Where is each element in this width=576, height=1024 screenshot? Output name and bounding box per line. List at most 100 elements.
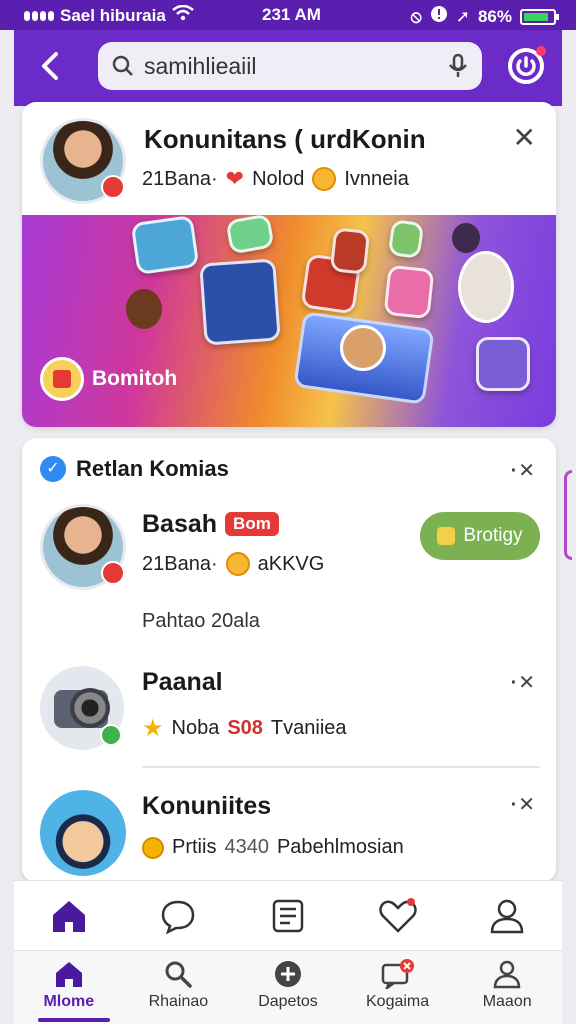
member-count: 21Bana· [142,167,218,190]
profile-shortcut-button[interactable] [508,46,546,84]
coin-icon [142,836,164,859]
promo-banner[interactable]: Bomitoh [22,213,556,427]
home-icon [52,900,85,932]
search-input[interactable]: samihlieaiil [98,42,482,90]
tab-bar: Mlome Rhainao Dapetos Kogaima Maaon [14,950,562,1024]
card-meta: 21Bana· ❤ Nolod Ivnneia [142,166,409,192]
nav-messages[interactable] [128,898,228,934]
mic-icon[interactable] [448,53,468,79]
tab-search[interactable]: Rhainao [128,959,228,1011]
alert-icon [430,5,448,28]
list-item-name: Konuniites [142,792,272,820]
chat-badge-icon [381,959,414,989]
follow-button[interactable]: Brotigy [420,512,540,560]
active-tab-indicator [38,1018,110,1022]
icon-nav-bar [14,880,562,950]
profile-icon [490,899,524,933]
smile-icon [225,552,250,576]
profile-icon [493,960,521,989]
signal-icon [24,10,54,21]
scroll-indicator[interactable] [564,470,572,560]
dismiss-icon[interactable]: ·✕ [511,458,536,483]
meta-number: 4340 [224,836,269,858]
meta-number: S08 [227,717,263,739]
bow-icon: ❤ [225,166,245,191]
tab-label: Kogaima [366,993,430,1010]
star-icon: ★ [142,715,164,742]
search-icon [112,55,133,76]
coin-icon [437,527,456,545]
tab-label: Rhainao [148,993,209,1010]
status-badge: Bom [225,512,279,536]
meta-label: Prtiis [172,836,217,858]
status-bar: Sael hiburaia 231 AM ⦸ ➚ 86% [0,0,576,30]
nav-profile[interactable] [457,897,557,935]
search-query: samihlieaiil [144,53,257,79]
card-title: Konunitans ( urdKonin [144,124,426,154]
chat-bubble-icon [162,900,195,934]
check-icon: ✓ [40,456,66,482]
carrier-name: Sael hiburaia [60,5,166,25]
image-tile [387,218,425,260]
avatar[interactable] [40,118,126,204]
search-header: samihlieaiil [14,30,562,106]
community-card[interactable]: Konunitans ( urdKonin ✕ 21Bana· ❤ Nolod … [22,102,556,427]
image-tile [199,258,281,346]
heart-icon [378,897,417,933]
tab-label: Mlome [43,993,95,1010]
nav-home[interactable] [19,898,119,934]
banner-action-label: Bomitoh [92,367,178,390]
back-button[interactable] [36,48,68,84]
meta-label: Noba [171,717,220,739]
avatar-bubble [126,289,162,329]
document-icon [272,899,304,932]
list-item-name: Paanal [142,668,223,696]
item-meta: 21Bana· aKKVG [142,552,324,576]
home-icon [55,962,82,987]
image-tile [383,264,435,320]
close-icon[interactable]: ✕ [513,124,536,152]
image-tile [476,337,530,391]
clock: 231 AM [262,5,321,24]
gift-icon [40,357,84,401]
nfc-icon: ⦸ [410,6,422,26]
meta-label: Nolod [252,167,305,190]
meta-label: aKKVG [257,552,325,575]
live-badge-icon [101,561,125,585]
nav-feed[interactable] [238,898,338,934]
location-icon: ➚ [455,6,470,26]
battery-icon [520,8,559,25]
search-icon [165,961,193,988]
battery-percent: 86% [477,6,512,26]
avatar[interactable] [40,790,126,876]
nav-favorites[interactable] [348,897,448,935]
meta-label: Ivnneia [344,167,409,190]
check-badge-icon [100,724,122,746]
camera-icon[interactable] [40,666,124,750]
tab-create[interactable]: Dapetos [238,959,338,1011]
avatar[interactable] [40,504,126,590]
power-icon [516,56,536,77]
avatar-bubble [340,325,386,371]
tab-inbox[interactable]: Kogaima [348,959,448,1011]
dismiss-icon[interactable]: ·✕ [511,792,536,817]
tab-label: Maaon [482,993,532,1010]
recommended-section: ✓ Retlan Komias ·✕ Basah Bom 21Bana· aKKV… [22,438,556,882]
member-count: 21Bana· [142,552,218,575]
live-badge-icon [101,175,125,199]
item-subtitle: Pahtao 20ala [142,610,260,632]
image-tile [225,213,275,255]
image-tile [130,214,200,276]
section-header: ✓ Retlan Komias [40,456,229,482]
follow-label: Brotigy [463,525,523,546]
meta-label: Tvaniiea [270,717,347,739]
dismiss-icon[interactable]: ·✕ [511,670,536,695]
tab-profile[interactable]: Maaon [457,959,557,1011]
tab-home[interactable]: Mlome [19,959,119,1011]
item-name-text: Basah [142,510,218,538]
chevron-left-icon [42,52,58,80]
banner-action-button[interactable]: Bomitoh [40,357,177,401]
image-tile [329,227,371,275]
avatar-bubble [452,223,480,253]
tab-label: Dapetos [258,993,318,1010]
